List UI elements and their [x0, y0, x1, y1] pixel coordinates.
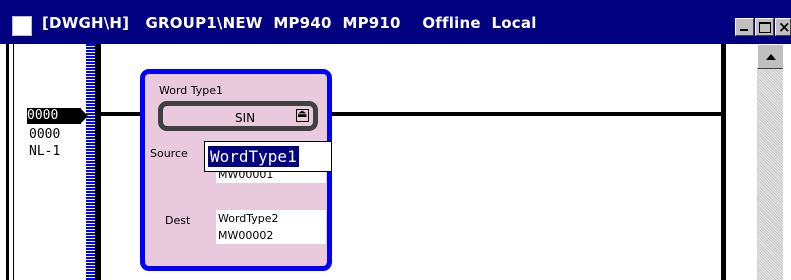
system-menu-icon[interactable]: [12, 16, 32, 36]
block-type-label: Word Type1: [159, 84, 224, 97]
source-edit-input[interactable]: WordType1: [204, 141, 332, 172]
source-edit-selection[interactable]: WordType1: [208, 146, 299, 167]
collapse-icon[interactable]: ⏏: [296, 107, 309, 122]
right-power-rail: [721, 44, 726, 280]
dest-address-field[interactable]: MW00002: [216, 227, 326, 244]
net-label: NL-1: [29, 144, 61, 159]
scroll-edge: [783, 44, 791, 280]
ladder-canvas[interactable]: [0, 44, 791, 280]
arrow-up-icon: [766, 54, 776, 60]
coil-tag-arrow-icon: [80, 108, 88, 124]
left-frame-border: [6, 44, 9, 280]
left-rail-bar: [95, 44, 101, 280]
left-inner-border: [13, 44, 14, 280]
dest-name-field[interactable]: WordType2: [216, 210, 326, 227]
line-number: 0000: [29, 127, 61, 142]
close-icon: ×: [778, 18, 791, 36]
maximize-button[interactable]: [755, 18, 774, 36]
minimize-button[interactable]: [735, 18, 754, 36]
close-button[interactable]: ×: [775, 18, 791, 36]
minimize-icon: [740, 29, 748, 31]
title-bar[interactable]: [DWGH\H] GROUP1\NEW MP940 MP910 Offline …: [0, 0, 791, 44]
source-label: Source: [150, 147, 188, 160]
dest-label: Dest: [165, 214, 191, 227]
maximize-icon: [759, 22, 771, 33]
coil-tag[interactable]: 0000: [27, 108, 81, 124]
window-title: [DWGH\H] GROUP1\NEW MP940 MP910 Offline …: [42, 14, 537, 32]
instruction-name: SIN: [235, 111, 256, 125]
ladder-editor-window: [DWGH\H] GROUP1\NEW MP940 MP910 Offline …: [0, 0, 791, 280]
instruction-box[interactable]: SIN ⏏: [158, 101, 318, 131]
